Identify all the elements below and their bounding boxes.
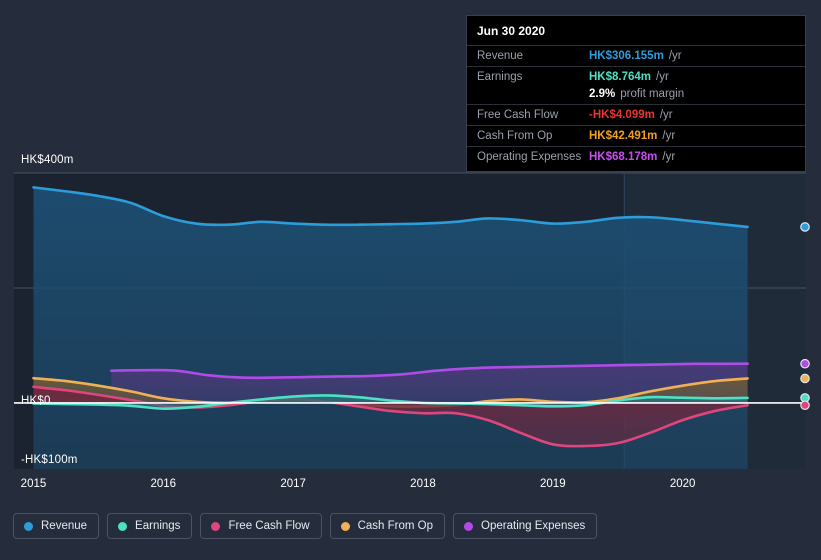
tooltip-row-value: HK$306.155m [589, 50, 664, 62]
tooltip-row-sublabel: profit margin [620, 88, 685, 100]
tooltip-row-value: HK$8.764m [589, 71, 652, 83]
x-axis-tick-2017: 2017 [280, 478, 306, 490]
tooltip-row-value: -HK$4.099m [589, 109, 655, 121]
tooltip-row-unit: /yr [659, 109, 673, 121]
plot-area[interactable] [0, 140, 821, 476]
legend-dot-icon [118, 521, 128, 531]
tooltip-row-label: Revenue [477, 50, 524, 62]
x-axis-tick-2018: 2018 [410, 478, 436, 490]
legend-item-earnings[interactable]: Earnings [107, 513, 193, 539]
endpoint-dot-cash-from-op [800, 373, 810, 384]
x-axis-tick-2015: 2015 [20, 478, 47, 490]
tooltip-row: Revenue HK$306.155m/yr [467, 45, 805, 66]
tooltip-row-value-wrap: HK$8.764m/yr [589, 71, 669, 83]
financial-chart: HK$400m HK$0 -HK$100m 2015 2016 2017 2018 20… [0, 0, 821, 560]
tooltip-row-value-wrap: -HK$4.099m/yr [589, 109, 673, 121]
x-axis: 2015 2016 2017 2018 2019 2020 [0, 478, 821, 500]
plot-svg [14, 172, 810, 469]
tooltip-row-label: Earnings [477, 71, 523, 83]
tooltip-row: Earnings HK$8.764m/yr [467, 66, 805, 87]
endpoint-dot-revenue [800, 222, 810, 232]
legend-dot-icon [24, 521, 33, 531]
tooltip-row: 2.9% profit margin [467, 87, 805, 104]
legend-item-label: Operating Expenses [481, 520, 586, 532]
legend-item-label: Earnings [135, 520, 181, 532]
legend-dot-icon [211, 521, 221, 531]
tooltip-row-unit: /yr [668, 50, 682, 62]
tooltip-row-unit: /yr [662, 130, 676, 142]
y-axis-label-top: HK$400m [21, 154, 74, 166]
legend-item-operating-expenses[interactable]: Operating Expenses [453, 513, 598, 539]
data-tooltip: Jun 30 2020 Revenue HK$306.155m/yr Earning… [466, 15, 806, 172]
legend-item-label: Cash From Op [357, 520, 434, 532]
tooltip-row-unit: /yr [656, 71, 669, 83]
tooltip-title: Jun 30 2020 [477, 24, 546, 38]
legend-item-revenue[interactable]: Revenue [13, 513, 100, 539]
x-axis-tick-2016: 2016 [150, 478, 177, 490]
tooltip-row-value: HK$68.178m [589, 151, 658, 163]
endpoint-dot-operating-expenses [800, 358, 810, 369]
tooltip-row-value-wrap: HK$68.178m/yr [589, 151, 675, 163]
chart-legend[interactable]: Revenue Earnings Free Cash Flow Cash From O… [13, 513, 598, 539]
legend-dot-icon [340, 521, 350, 531]
tooltip-row-label: Cash From Op [477, 130, 553, 142]
tooltip-row: Free Cash Flow -HK$4.099m/yr [467, 104, 805, 125]
legend-item-label: Revenue [41, 520, 88, 532]
tooltip-row-value-wrap: HK$306.155m/yr [589, 50, 682, 62]
tooltip-rows: Revenue HK$306.155m/yr Earnings HK$8.764m/y… [467, 45, 805, 167]
tooltip-row-unit: /yr [662, 151, 676, 163]
tooltip-row-value-wrap: HK$42.491m/yr [589, 130, 675, 142]
legend-dot-icon [464, 521, 474, 531]
legend-item-cash-from-op[interactable]: Cash From Op [329, 513, 446, 539]
tooltip-row-label: Operating Expenses [477, 151, 582, 163]
tooltip-row-value: 2.9% [589, 88, 616, 100]
x-axis-tick-2019: 2019 [540, 478, 566, 490]
x-axis-tick-2020: 2020 [669, 478, 696, 490]
legend-item-free-cash-flow[interactable]: Free Cash Flow [200, 513, 322, 539]
tooltip-row: Cash From Op HK$42.491m/yr [467, 125, 805, 146]
tooltip-row-value: HK$42.491m [589, 130, 658, 142]
legend-item-label: Free Cash Flow [228, 520, 310, 532]
y-axis-label-zero: HK$0 [21, 395, 51, 407]
tooltip-row: Operating Expenses HK$68.178m/yr [467, 146, 805, 167]
tooltip-row-label: Free Cash Flow [477, 109, 559, 121]
endpoint-dot-free-cash-flow [800, 400, 810, 411]
tooltip-row-value-wrap: 2.9% profit margin [589, 88, 684, 100]
y-axis-label-bottom: -HK$100m [21, 454, 78, 466]
